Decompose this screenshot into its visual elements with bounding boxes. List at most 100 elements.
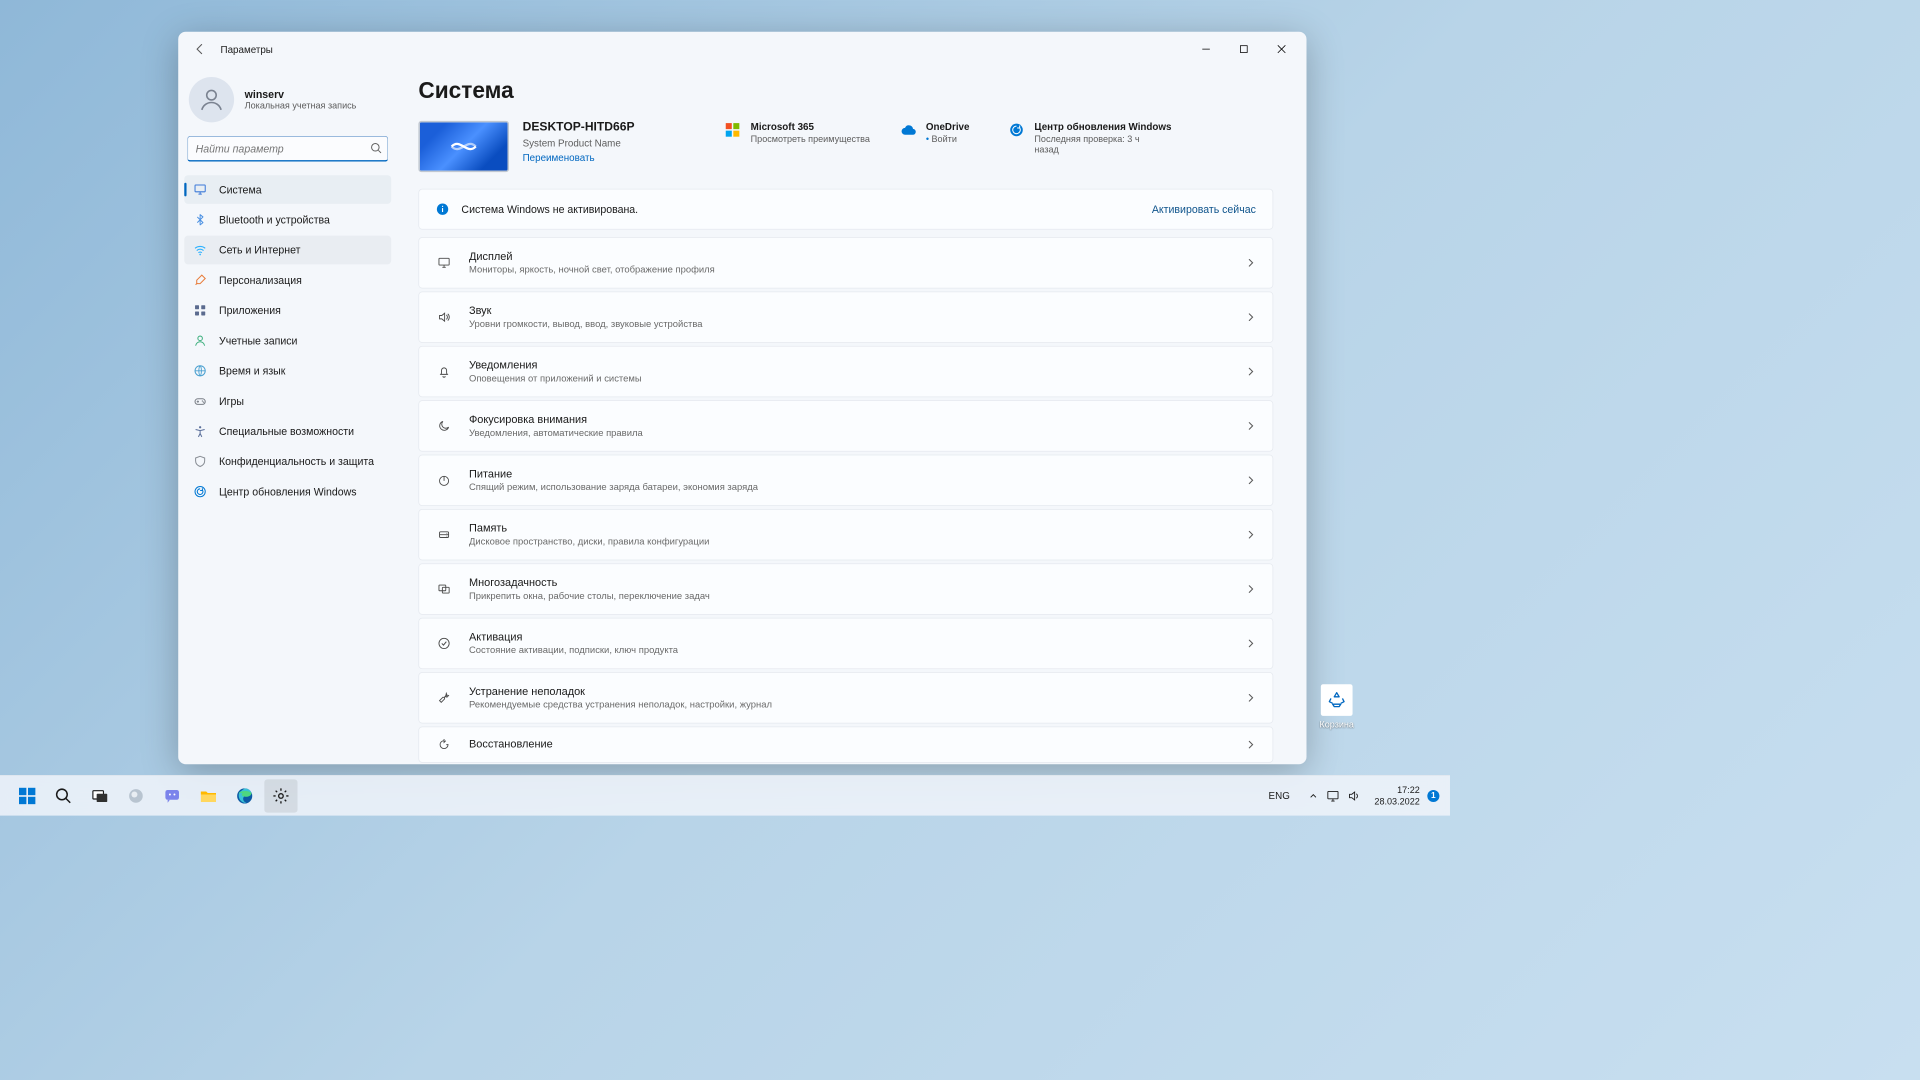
recover-icon [436,738,453,752]
settings-row-display[interactable]: ДисплейМониторы, яркость, ночной свет, о… [418,237,1273,288]
row-subtitle: Мониторы, яркость, ночной свет, отображе… [469,264,1229,275]
globe-icon [193,364,207,378]
m365-title: Microsoft 365 [751,121,870,132]
notification-badge[interactable]: 1 [1427,790,1439,802]
nav-item-bluetooth[interactable]: Bluetooth и устройства [184,205,391,234]
settings-row-multi[interactable]: МногозадачностьПрикрепить окна, рабочие … [418,563,1273,614]
clock[interactable]: 17:22 28.03.2022 [1374,784,1419,807]
activate-link[interactable]: Активировать сейчас [1152,203,1256,215]
settings-taskbar-button[interactable] [264,779,297,812]
multi-icon [436,582,453,596]
close-button[interactable] [1263,34,1301,64]
update-icon [193,485,207,499]
back-button[interactable] [184,34,216,64]
onedrive-sub: • Войти [926,134,970,145]
row-title: Активация [469,631,1229,643]
row-title: Звук [469,305,1229,317]
key-icon [436,637,453,651]
settings-row-key[interactable]: АктивацияСостояние активации, подписки, … [418,618,1273,669]
update-title: Центр обновления Windows [1034,121,1171,132]
apps-icon [193,304,207,318]
nav-item-globe[interactable]: Время и язык [184,356,391,385]
time: 17:22 [1374,784,1419,795]
settings-row-moon[interactable]: Фокусировка вниманияУведомления, автомат… [418,400,1273,451]
language-indicator[interactable]: ENG [1264,787,1294,804]
wrench-icon [436,691,453,705]
nav-item-accessibility[interactable]: Специальные возможности [184,417,391,446]
chat-button[interactable] [156,779,189,812]
nav-item-wifi[interactable]: Сеть и Интернет [184,236,391,265]
row-title: Многозадачность [469,577,1229,589]
row-title: Устранение неполадок [469,686,1229,698]
task-view-button[interactable] [83,779,116,812]
chevron-up-icon [1308,790,1319,801]
chevron-right-icon [1245,366,1256,377]
device-hero: DESKTOP-HITD66P System Product Name Пере… [418,121,1273,172]
m365-card[interactable]: Microsoft 365 Просмотреть преимущества [725,121,870,144]
search-box[interactable] [187,136,388,162]
rename-link[interactable]: Переименовать [523,152,595,163]
nav-item-user[interactable]: Учетные записи [184,326,391,355]
user-icon [193,334,207,348]
network-icon-tray [1326,789,1340,803]
nav-label: Bluetooth и устройства [219,214,330,226]
page-title: Система [418,79,1273,105]
system-tray[interactable] [1302,786,1367,806]
display-icon [436,256,453,270]
account-block[interactable]: winserv Локальная учетная запись [184,71,391,136]
shield-icon [193,455,207,469]
nav-label: Учетные записи [219,335,297,347]
nav-item-update[interactable]: Центр обновления Windows [184,477,391,506]
row-title: Память [469,523,1229,535]
avatar-icon [189,77,234,122]
window-title: Параметры [221,43,273,54]
wifi-icon [193,243,207,257]
device-thumbnail[interactable] [418,121,509,172]
recycle-bin[interactable]: Корзина [1306,684,1366,729]
nav-label: Время и язык [219,365,285,377]
power-icon [436,474,453,488]
onedrive-card[interactable]: OneDrive • Войти [900,121,969,144]
nav-label: Персонализация [219,274,302,286]
widgets-button[interactable] [119,779,152,812]
sidebar: winserv Локальная учетная запись Система… [178,66,397,764]
nav-label: Игры [219,395,244,407]
edge-button[interactable] [228,779,261,812]
storage-icon [436,528,453,542]
row-subtitle: Оповещения от приложений и системы [469,373,1229,384]
explorer-button[interactable] [192,779,225,812]
row-title: Питание [469,468,1229,480]
chevron-right-icon [1245,475,1256,486]
search-input[interactable] [187,136,388,162]
settings-row-wrench[interactable]: Устранение неполадокРекомендуемые средст… [418,672,1273,723]
update-sub: Последняя проверка: 3 ч назад [1034,134,1162,155]
settings-row-storage[interactable]: ПамятьДисковое пространство, диски, прав… [418,509,1273,560]
row-title: Восстановление [469,739,1229,751]
nav-label: Центр обновления Windows [219,486,357,498]
settings-row-recover[interactable]: Восстановление [418,727,1273,763]
row-subtitle: Уровни громкости, вывод, ввод, звуковые … [469,319,1229,330]
settings-row-sound[interactable]: Звук Уровни громкости, вывод, ввод, звуко… [418,292,1273,343]
nav-item-shield[interactable]: Конфиденциальность и защита [184,447,391,476]
taskbar-search-button[interactable] [47,779,80,812]
row-subtitle: Дисковое пространство, диски, правила ко… [469,536,1229,547]
titlebar: Параметры [178,32,1306,67]
cloud-icon [900,122,915,137]
nav-item-apps[interactable]: Приложения [184,296,391,325]
bell-icon [436,365,453,379]
start-button[interactable] [11,779,44,812]
m365-sub: Просмотреть преимущества [751,134,870,145]
nav-item-monitor[interactable]: Система [184,175,391,204]
nav-list: Система Bluetooth и устройства Сеть и Инте… [184,175,391,506]
nav-item-brush[interactable]: Персонализация [184,266,391,295]
update-card[interactable]: Центр обновления Windows Последняя прове… [1009,121,1172,155]
settings-row-bell[interactable]: УведомленияОповещения от приложений и си… [418,346,1273,397]
nav-label: Специальные возможности [219,425,354,437]
onedrive-title: OneDrive [926,121,970,132]
nav-item-game[interactable]: Игры [184,387,391,416]
row-subtitle: Спящий режим, использование заряда батар… [469,482,1229,493]
settings-row-power[interactable]: Питание Спящий режим, использование заряд… [418,455,1273,506]
minimize-button[interactable] [1187,34,1225,64]
maximize-button[interactable] [1225,34,1263,64]
nav-label: Система [219,184,262,196]
